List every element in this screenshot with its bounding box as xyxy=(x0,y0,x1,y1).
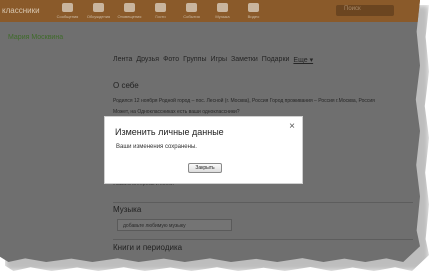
music-input[interactable]: добавьте любимую музыку xyxy=(117,219,232,231)
tab-more[interactable]: Еще ▾ xyxy=(293,56,313,64)
top-navigation-bar: классники Сообщения Обсуждения Оповещени… xyxy=(0,0,420,22)
site-logo[interactable]: классники xyxy=(2,6,40,15)
section-divider xyxy=(113,239,413,240)
bell-icon xyxy=(124,3,135,12)
section-divider xyxy=(113,202,413,203)
nav-notifications[interactable]: Оповещения xyxy=(114,2,145,22)
music-title: Музыка xyxy=(113,205,142,214)
tab-gifts[interactable]: Подарки xyxy=(262,56,290,64)
nav-label: Музыка xyxy=(215,14,230,19)
dialog-message: Ваши изменения сохранены. xyxy=(116,144,197,150)
tab-groups[interactable]: Группы xyxy=(183,56,206,64)
nav-label: Гости xyxy=(155,14,166,19)
nav-label: События xyxy=(183,14,200,19)
nav-guests[interactable]: Гости xyxy=(145,2,176,22)
mail-icon xyxy=(62,3,73,12)
close-button[interactable]: Закрыть xyxy=(188,163,222,173)
tab-notes[interactable]: Заметки xyxy=(231,56,258,64)
chat-icon xyxy=(186,3,197,12)
tab-photos[interactable]: Фото xyxy=(163,56,179,64)
tab-feed[interactable]: Лента xyxy=(113,56,132,64)
about-details: Родился 12 ноября Родной город – пос. Ле… xyxy=(113,98,375,104)
tab-friends[interactable]: Друзья xyxy=(136,56,159,64)
nav-label: Оповещения xyxy=(117,14,142,19)
video-icon xyxy=(248,3,259,12)
left-sidebar xyxy=(0,22,105,262)
tab-games[interactable]: Игры xyxy=(211,56,228,64)
about-title: О себе xyxy=(113,81,139,90)
guests-icon xyxy=(155,3,166,12)
people-icon xyxy=(93,3,104,12)
screenshot-frame: классники Сообщения Обсуждения Оповещени… xyxy=(0,0,420,262)
music-icon xyxy=(217,3,228,12)
main-nav: Сообщения Обсуждения Оповещения Гости Со… xyxy=(52,2,269,22)
nav-label: Видео xyxy=(247,14,260,19)
edit-profile-dialog: Изменить личные данные × Ваши изменения … xyxy=(104,116,303,184)
nav-label: Сообщения xyxy=(56,14,79,19)
close-icon[interactable]: × xyxy=(289,122,295,132)
books-title: Книги и периодика xyxy=(113,243,183,252)
search-placeholder: Поиск xyxy=(344,6,361,12)
classmates-prompt[interactable]: Может, на Одноклассниках есть ваши однок… xyxy=(113,109,240,115)
nav-music[interactable]: Музыка xyxy=(207,2,238,22)
nav-events[interactable]: События xyxy=(176,2,207,22)
nav-messages[interactable]: Сообщения xyxy=(52,2,83,22)
user-name-link[interactable]: Мария Москвина xyxy=(8,34,63,41)
nav-video[interactable]: Видео xyxy=(238,2,269,22)
profile-tabs: Лента Друзья Фото Группы Игры Заметки По… xyxy=(113,56,317,64)
search-input[interactable]: Поиск xyxy=(336,5,394,16)
nav-discussions[interactable]: Обсуждения xyxy=(83,2,114,22)
nav-label: Обсуждения xyxy=(86,14,111,19)
dialog-title: Изменить личные данные xyxy=(115,127,224,137)
